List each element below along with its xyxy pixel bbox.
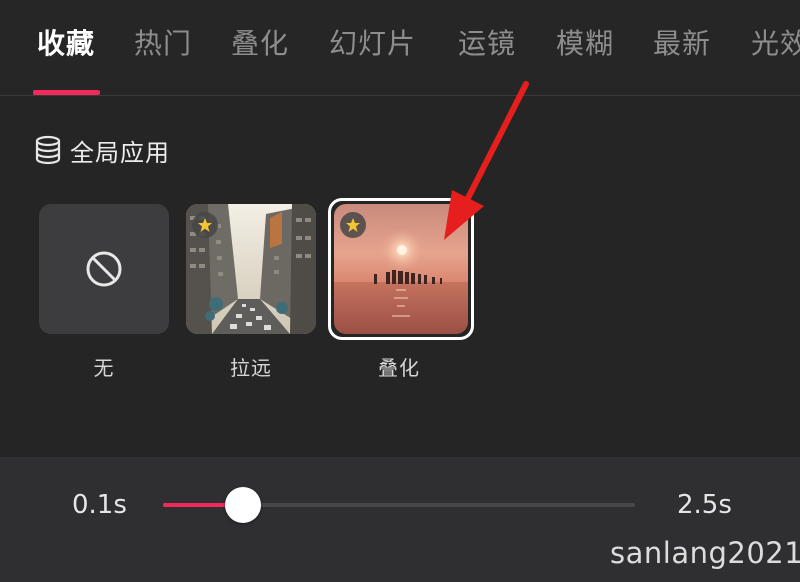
category-tab-bar: 收藏 热门 叠化 幻灯片 运镜 模糊 最新 光效 xyxy=(0,0,800,96)
duration-slider-thumb[interactable] xyxy=(225,487,262,523)
effect-zoom-out-label: 拉远 xyxy=(230,356,272,380)
tab-slideshow[interactable]: 幻灯片 xyxy=(329,22,416,66)
effect-dissolve-label: 叠化 xyxy=(378,356,420,380)
duration-min-label: 0.1s xyxy=(72,490,127,520)
global-apply-button[interactable]: 全局应用 xyxy=(34,130,170,170)
tab-popular[interactable]: 热门 xyxy=(134,22,192,66)
effect-none-label: 无 xyxy=(93,356,115,380)
effect-zoom-out-tile[interactable] xyxy=(186,204,316,334)
tab-favorites[interactable]: 收藏 xyxy=(37,22,95,66)
star-icon xyxy=(346,218,360,232)
favorite-badge xyxy=(340,212,366,238)
favorite-badge xyxy=(192,212,218,238)
active-tab-indicator xyxy=(33,90,100,95)
star-icon xyxy=(198,218,212,232)
none-icon xyxy=(86,251,122,287)
red-arrow-annotation xyxy=(444,81,529,240)
global-apply-label: 全局应用 xyxy=(70,138,170,167)
duration-max-label: 2.5s xyxy=(677,490,732,520)
tab-dissolve[interactable]: 叠化 xyxy=(231,22,289,66)
tab-blur[interactable]: 模糊 xyxy=(556,22,614,66)
tab-camera-move[interactable]: 运镜 xyxy=(458,22,516,66)
watermark-text: sanlang2021 xyxy=(610,536,800,570)
database-icon xyxy=(35,135,61,165)
tab-light-effects[interactable]: 光效 xyxy=(751,22,800,66)
effect-none-tile[interactable] xyxy=(39,204,169,334)
tab-newest[interactable]: 最新 xyxy=(653,22,711,66)
